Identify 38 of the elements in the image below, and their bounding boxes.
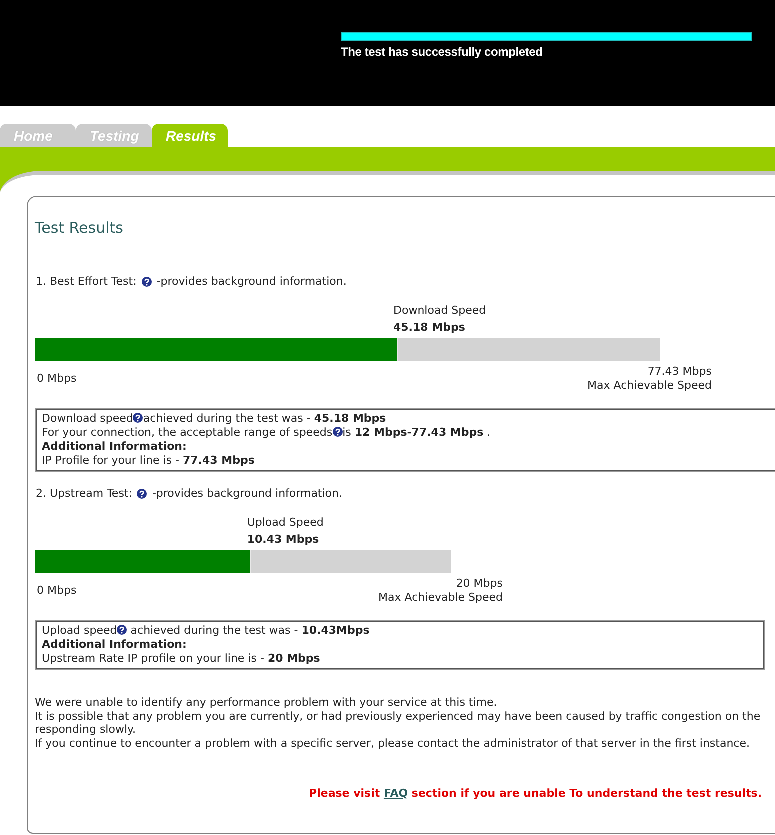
message-text: responding slowly. xyxy=(35,723,136,738)
help-icon[interactable] xyxy=(137,489,148,499)
help-icon[interactable] xyxy=(142,277,152,287)
summary-text: achieved during the test was - 10.43Mbps xyxy=(130,624,370,637)
page-title: Test Results xyxy=(35,219,124,237)
summary-heading: Additional Information: xyxy=(42,638,187,651)
scale-min-label: 0 Mbps xyxy=(36,584,77,598)
message-text: We were unable to identify any performance problem with your service at this time. xyxy=(35,696,498,710)
gauge-reading: 45.18 Mbps xyxy=(394,320,466,336)
test-note: -provides background information. xyxy=(156,275,347,289)
scale-max-label: 20 Mbps xyxy=(456,577,503,591)
summary-text: Download speed xyxy=(42,412,134,425)
help-icon[interactable] xyxy=(332,427,343,437)
scale-max-label: 77.43 Mbps xyxy=(648,365,712,379)
message-text: It is possible that any problem you are currently, or had previously experienced may have been caused by traffic congestion on the xyxy=(35,710,761,724)
status-message: The test has successfully completed xyxy=(341,45,543,59)
summary-text: IP Profile for your line is - 77.43 Mbps xyxy=(42,454,255,467)
summary-text: achieved during the test was - 45.18 Mbps xyxy=(143,412,386,425)
faq-link[interactable]: FAQ xyxy=(384,786,408,800)
summary-heading: Additional Information: xyxy=(42,440,187,453)
help-icon[interactable] xyxy=(117,625,128,635)
nav-tab[interactable]: Results xyxy=(152,124,228,147)
summary-text: Upstream Rate IP profile on your line is - 20 Mbps xyxy=(42,652,320,665)
summary-text: is 12 Mbps-77.43 Mbps . xyxy=(342,426,491,439)
summary-text: For your connection, the acceptable range of speeds xyxy=(42,426,333,439)
test-note: -provides background information. xyxy=(152,487,342,501)
gauge-title: Download Speed xyxy=(394,303,486,319)
message-text: If you continue to encounter a problem with a specific server, please contact the administrator of that server in the first instance. xyxy=(35,737,750,751)
test-label: 2. Upstream Test: xyxy=(36,487,132,501)
scale-max-caption: Max Achievable Speed xyxy=(588,379,712,393)
gauge-reading: 10.43 Mbps xyxy=(247,532,320,548)
test-label: 1. Best Effort Test: xyxy=(36,275,137,289)
summary-text: Upload speed xyxy=(42,624,118,637)
help-icon[interactable] xyxy=(133,413,144,423)
gauge-title: Upload Speed xyxy=(247,515,324,531)
scale-min-label: 0 Mbps xyxy=(36,372,77,386)
faq-note: Please visit FAQ section if you are unable To understand the test results. xyxy=(309,786,762,801)
scale-max-caption: Max Achievable Speed xyxy=(378,591,503,605)
